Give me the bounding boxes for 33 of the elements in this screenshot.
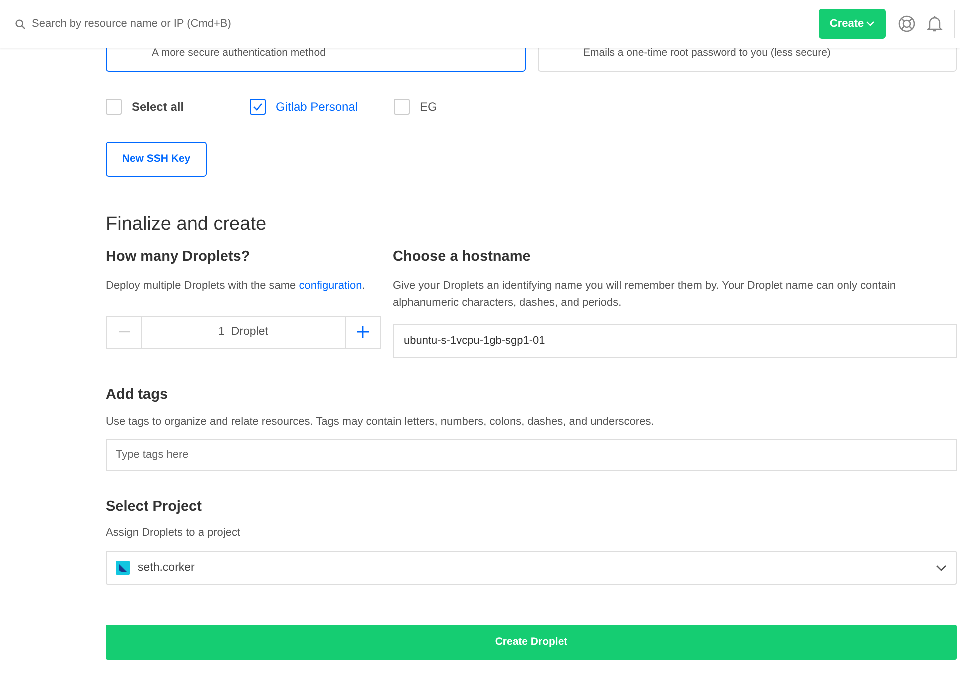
droplet-stepper[interactable]: 1 Droplet <box>106 316 381 349</box>
field-description: Use tags to organize and relate resources. Tags may contain letters, numbers, colons, dashes, and underscores. <box>106 414 656 430</box>
field-description: Give your Droplets an identifying name you will remember them by. Your Droplet name can only contain alphanumeric characters, dashes, and periods. <box>393 278 897 311</box>
checkbox[interactable] <box>250 99 266 115</box>
field-description: Deploy multiple Droplets with the same configuration. <box>106 278 366 294</box>
project-dropdown[interactable]: seth.corker <box>106 551 957 586</box>
section-title: Finalize and create <box>106 213 268 237</box>
bell-icon[interactable] <box>926 15 944 33</box>
droplet-count: 1 Droplet <box>218 324 270 340</box>
field-title: Select Project <box>106 498 203 516</box>
chevron-down-icon <box>936 564 947 572</box>
checkbox-label: Gitlab Personal <box>276 99 358 116</box>
caret-icon <box>866 21 876 27</box>
search-field[interactable]: Search by resource name or IP (Cmd+B) <box>32 16 332 32</box>
checkbox-label: Select all <box>132 99 184 116</box>
tags-field[interactable]: Type tags here <box>106 438 957 470</box>
checkbox-label: EG <box>420 99 438 116</box>
option-description: A more secure authentication method <box>152 46 326 60</box>
configuration-link[interactable]: configuration <box>299 280 362 292</box>
field-title: Add tags <box>106 386 170 405</box>
hostname-field[interactable]: ubuntu-s-1vcpu-1gb-sgp1-01 <box>393 324 957 358</box>
check-icon <box>253 103 263 111</box>
project-icon <box>116 561 130 576</box>
search-icon <box>15 18 26 30</box>
new-ssh-key-button[interactable]: New SSH Key <box>106 142 207 177</box>
auth-option-card[interactable]: A more secure authentication method <box>106 46 526 72</box>
field-description: Assign Droplets to a project <box>106 526 242 542</box>
help-icon[interactable] <box>898 15 916 33</box>
field-title: Choose a hostname <box>393 248 532 267</box>
project-name: seth.corker <box>138 560 195 576</box>
field-title: How many Droplets? <box>106 248 252 267</box>
auth-option-card[interactable]: Emails a one-time root password to you (less secure) <box>538 46 957 72</box>
option-description: Emails a one-time root password to you (less secure) <box>584 46 831 60</box>
